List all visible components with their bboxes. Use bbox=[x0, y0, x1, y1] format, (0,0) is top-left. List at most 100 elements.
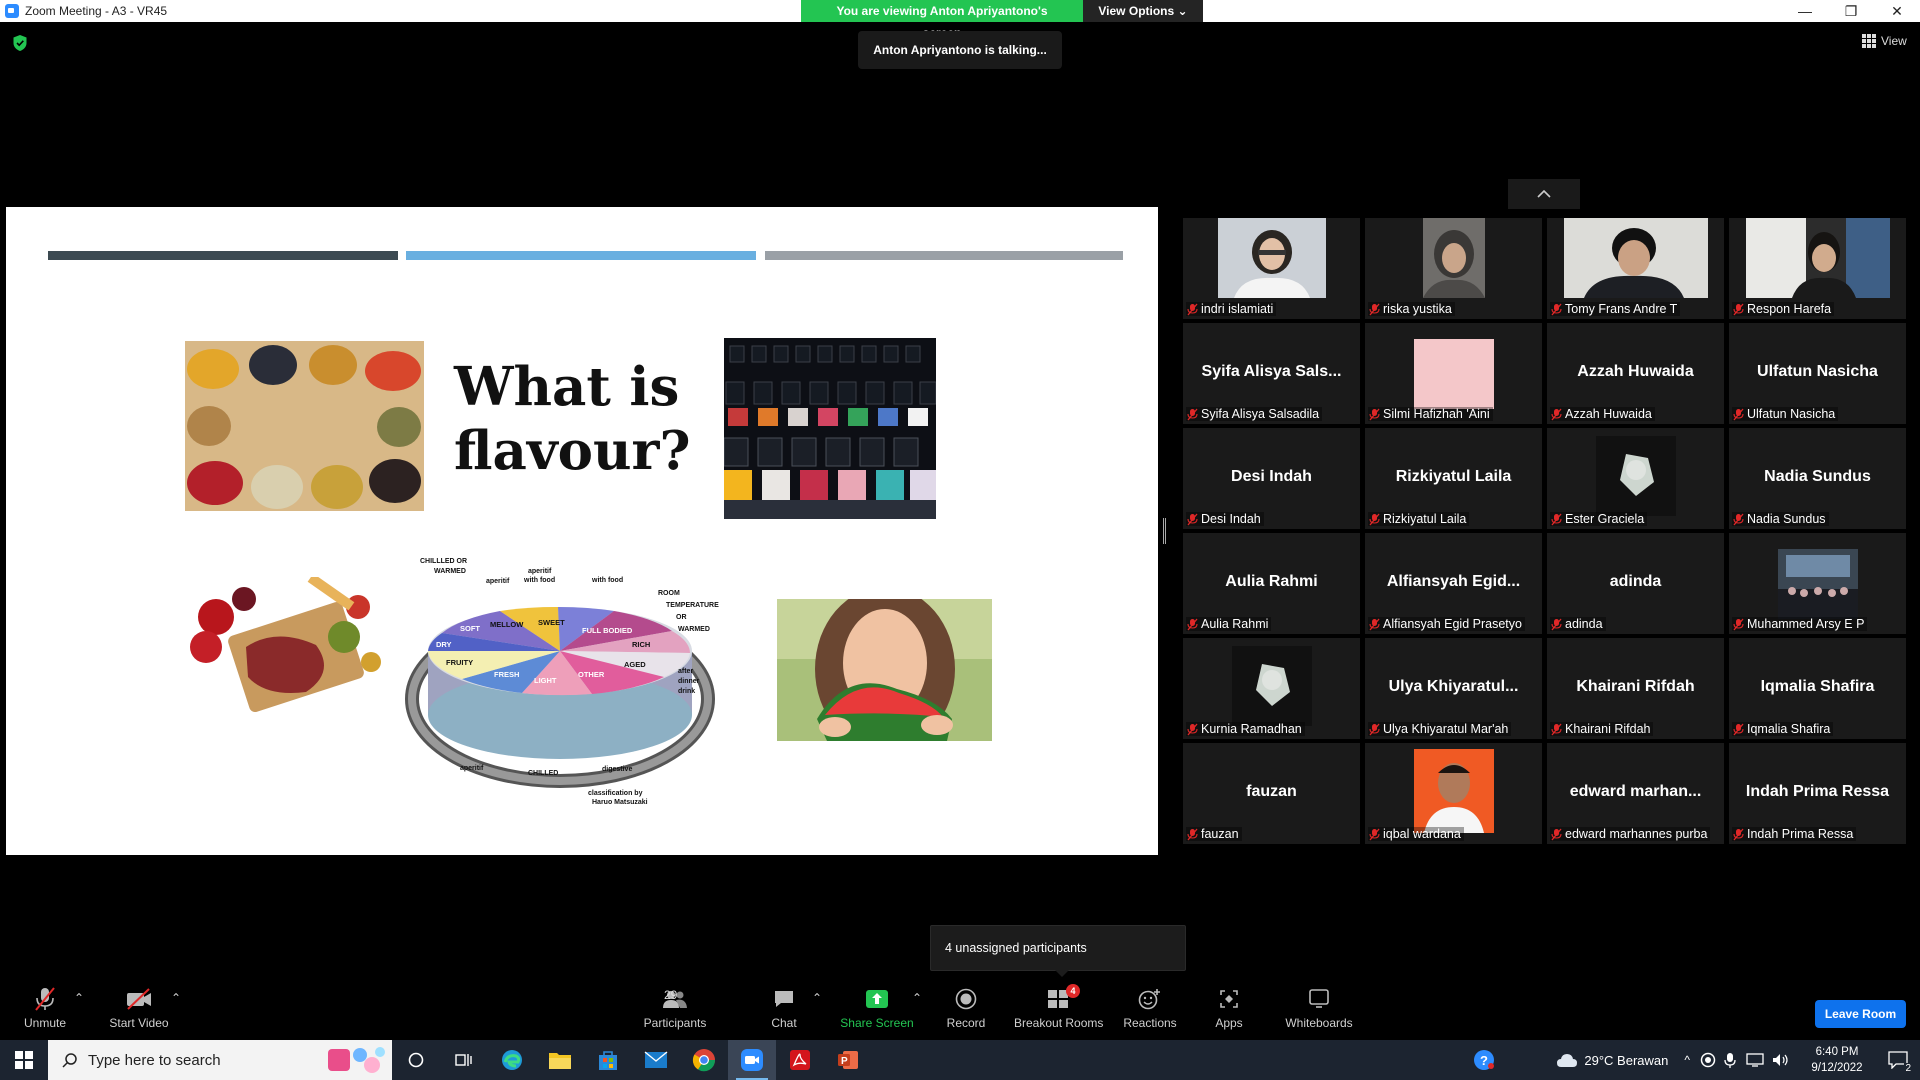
reactions-button[interactable]: Reactions bbox=[1122, 986, 1178, 1030]
participant-tile[interactable]: Silmi Hafizhah 'Aini bbox=[1365, 323, 1542, 424]
participant-tile[interactable]: Tomy Frans Andre T bbox=[1547, 218, 1724, 319]
microphone-muted-icon bbox=[35, 987, 55, 1011]
taskbar-clock[interactable]: 6:40 PM 9/12/2022 bbox=[1798, 1044, 1876, 1076]
participant-tile[interactable]: riska yustika bbox=[1365, 218, 1542, 319]
slide-title-line2: flavour? bbox=[454, 420, 691, 482]
slide-accent-bar-gray bbox=[765, 251, 1123, 260]
participant-tile[interactable]: Desi Indah Desi Indah bbox=[1183, 428, 1360, 529]
edge-taskbar-button[interactable] bbox=[488, 1040, 536, 1080]
microphone-muted-icon bbox=[1369, 828, 1380, 840]
share-options-chevron[interactable]: ⌃ bbox=[912, 991, 922, 1005]
close-button[interactable]: ✕ bbox=[1874, 0, 1920, 22]
video-options-chevron[interactable]: ⌃ bbox=[171, 991, 181, 1005]
wheel-label-soft: SOFT bbox=[460, 624, 480, 633]
participant-tile[interactable]: adinda adinda bbox=[1547, 533, 1724, 634]
participant-display-name: Alfiansyah Egid... bbox=[1386, 573, 1521, 590]
wheel-label-fresh: FRESH bbox=[494, 670, 519, 679]
participant-tile[interactable]: iqbal wardana bbox=[1365, 743, 1542, 844]
microphone-muted-icon bbox=[1551, 723, 1562, 735]
participant-tile[interactable]: Indah Prima Ressa Indah Prima Ressa bbox=[1729, 743, 1906, 844]
cortana-button[interactable] bbox=[392, 1040, 440, 1080]
view-options-button[interactable]: View Options ⌄ bbox=[1083, 0, 1203, 22]
participant-tile[interactable]: Alfiansyah Egid... Alfiansyah Egid Praset… bbox=[1365, 533, 1542, 634]
panel-splitter-handle[interactable] bbox=[1163, 518, 1166, 544]
record-button[interactable]: Record bbox=[944, 986, 988, 1030]
network-tray-icon[interactable] bbox=[1746, 1053, 1764, 1067]
unassigned-participants-tooltip: 4 unassigned participants bbox=[930, 925, 1186, 971]
participants-button[interactable]: 29 Participants bbox=[640, 986, 710, 1030]
start-button[interactable] bbox=[0, 1040, 48, 1080]
svg-text:aperitif: aperitif bbox=[528, 568, 552, 575]
microphone-tray-icon[interactable] bbox=[1724, 1052, 1736, 1068]
audio-options-chevron[interactable]: ⌃ bbox=[74, 991, 84, 1005]
powerpoint-taskbar-button[interactable]: P bbox=[824, 1040, 872, 1080]
wheel-label-fruity: FRUITY bbox=[446, 658, 473, 667]
participant-tile[interactable]: Aulia Rahmi Aulia Rahmi bbox=[1183, 533, 1360, 634]
svg-text:aperitif: aperitif bbox=[460, 765, 484, 772]
restore-button[interactable]: ❐ bbox=[1828, 0, 1874, 22]
apps-button[interactable]: Apps bbox=[1214, 986, 1244, 1030]
microphone-muted-icon bbox=[1369, 408, 1380, 420]
svg-text:CHILLED: CHILLED bbox=[528, 770, 558, 777]
participant-name-label: Aulia Rahmi bbox=[1186, 617, 1272, 631]
wheel-label-mellow: MELLOW bbox=[490, 620, 524, 629]
participant-tile[interactable]: Syifa Alisya Sals... Syifa Alisya Salsadi… bbox=[1183, 323, 1360, 424]
participant-tile[interactable]: edward marhan... edward marhannes purba bbox=[1547, 743, 1724, 844]
participant-name: Iqmalia Shafira bbox=[1747, 722, 1831, 736]
participant-name-label: Syifa Alisya Salsadila bbox=[1186, 407, 1323, 421]
participant-tile[interactable]: Khairani Rifdah Khairani Rifdah bbox=[1547, 638, 1724, 739]
gallery-scroll-up-button[interactable] bbox=[1508, 179, 1580, 209]
taskbar-search-box[interactable]: Type here to search bbox=[48, 1040, 392, 1080]
participant-tile[interactable]: Kurnia Ramadhan bbox=[1183, 638, 1360, 739]
participant-name-label: Respon Harefa bbox=[1732, 302, 1835, 316]
start-video-button[interactable]: Start Video bbox=[108, 986, 170, 1030]
volume-tray-icon[interactable] bbox=[1772, 1053, 1790, 1067]
participant-tile[interactable]: indri islamiati bbox=[1183, 218, 1360, 319]
svg-text:WARMED: WARMED bbox=[434, 568, 466, 575]
minimize-button[interactable]: — bbox=[1782, 0, 1828, 22]
svg-text:OR: OR bbox=[676, 614, 687, 621]
leave-room-button[interactable]: Leave Room bbox=[1815, 1000, 1906, 1028]
mail-taskbar-button[interactable] bbox=[632, 1040, 680, 1080]
participant-tile[interactable]: fauzan fauzan bbox=[1183, 743, 1360, 844]
encryption-shield-icon[interactable] bbox=[12, 34, 28, 52]
view-button[interactable]: View bbox=[1862, 34, 1907, 48]
tray-overflow-chevron-icon[interactable]: ^ bbox=[1684, 1053, 1690, 1067]
participant-tile[interactable]: Iqmalia Shafira Iqmalia Shafira bbox=[1729, 638, 1906, 739]
acrobat-taskbar-button[interactable] bbox=[776, 1040, 824, 1080]
share-screen-button[interactable]: Share Screen bbox=[840, 986, 914, 1030]
participant-name-label: Khairani Rifdah bbox=[1550, 722, 1654, 736]
help-tray-button[interactable]: ? bbox=[1464, 1040, 1504, 1080]
file-explorer-taskbar-button[interactable] bbox=[536, 1040, 584, 1080]
participant-name: Nadia Sundus bbox=[1747, 512, 1826, 526]
unmute-button[interactable]: Unmute bbox=[20, 986, 70, 1030]
whiteboards-button[interactable]: Whiteboards bbox=[1283, 986, 1355, 1030]
weather-text[interactable]: 29°C Berawan bbox=[1584, 1053, 1668, 1068]
participant-tile[interactable]: Ulfatun Nasicha Ulfatun Nasicha bbox=[1729, 323, 1906, 424]
task-view-button[interactable] bbox=[440, 1040, 488, 1080]
participant-tile[interactable]: Rizkiyatul Laila Rizkiyatul Laila bbox=[1365, 428, 1542, 529]
wheel-label-aged: AGED bbox=[624, 660, 646, 669]
participant-name-label: Ester Graciela bbox=[1550, 512, 1648, 526]
slide-accent-bar-blue bbox=[406, 251, 756, 260]
store-taskbar-button[interactable] bbox=[584, 1040, 632, 1080]
meeting-toolbar: Unmute ⌃ Start Video ⌃ 29 Participants C… bbox=[0, 979, 1920, 1040]
chat-button[interactable]: Chat bbox=[766, 986, 802, 1030]
microphone-muted-icon bbox=[1187, 408, 1198, 420]
participant-tile[interactable]: Respon Harefa bbox=[1729, 218, 1906, 319]
participant-tile[interactable]: Ulya Khiyaratul... Ulya Khiyaratul Mar'ah bbox=[1365, 638, 1542, 739]
zoom-tray-icon[interactable] bbox=[1700, 1052, 1716, 1068]
notification-center-button[interactable]: 2 bbox=[1876, 1040, 1920, 1080]
active-speaker-toast: Anton Apriyantono is talking... bbox=[858, 31, 1062, 69]
breakout-rooms-button[interactable]: 4 Breakout Rooms bbox=[1014, 984, 1103, 1030]
participant-tile[interactable]: Ester Graciela bbox=[1547, 428, 1724, 529]
participant-name: Ulya Khiyaratul Mar'ah bbox=[1383, 722, 1509, 736]
participant-tile[interactable]: Muhammed Arsy E P bbox=[1729, 533, 1906, 634]
participant-tile[interactable]: Azzah Huwaida Azzah Huwaida bbox=[1547, 323, 1724, 424]
participant-tile[interactable]: Nadia Sundus Nadia Sundus bbox=[1729, 428, 1906, 529]
chrome-taskbar-button[interactable] bbox=[680, 1040, 728, 1080]
zoom-taskbar-button[interactable] bbox=[728, 1040, 776, 1080]
chat-options-chevron[interactable]: ⌃ bbox=[812, 991, 822, 1005]
participant-name: adinda bbox=[1565, 617, 1603, 631]
search-icon bbox=[62, 1053, 77, 1068]
